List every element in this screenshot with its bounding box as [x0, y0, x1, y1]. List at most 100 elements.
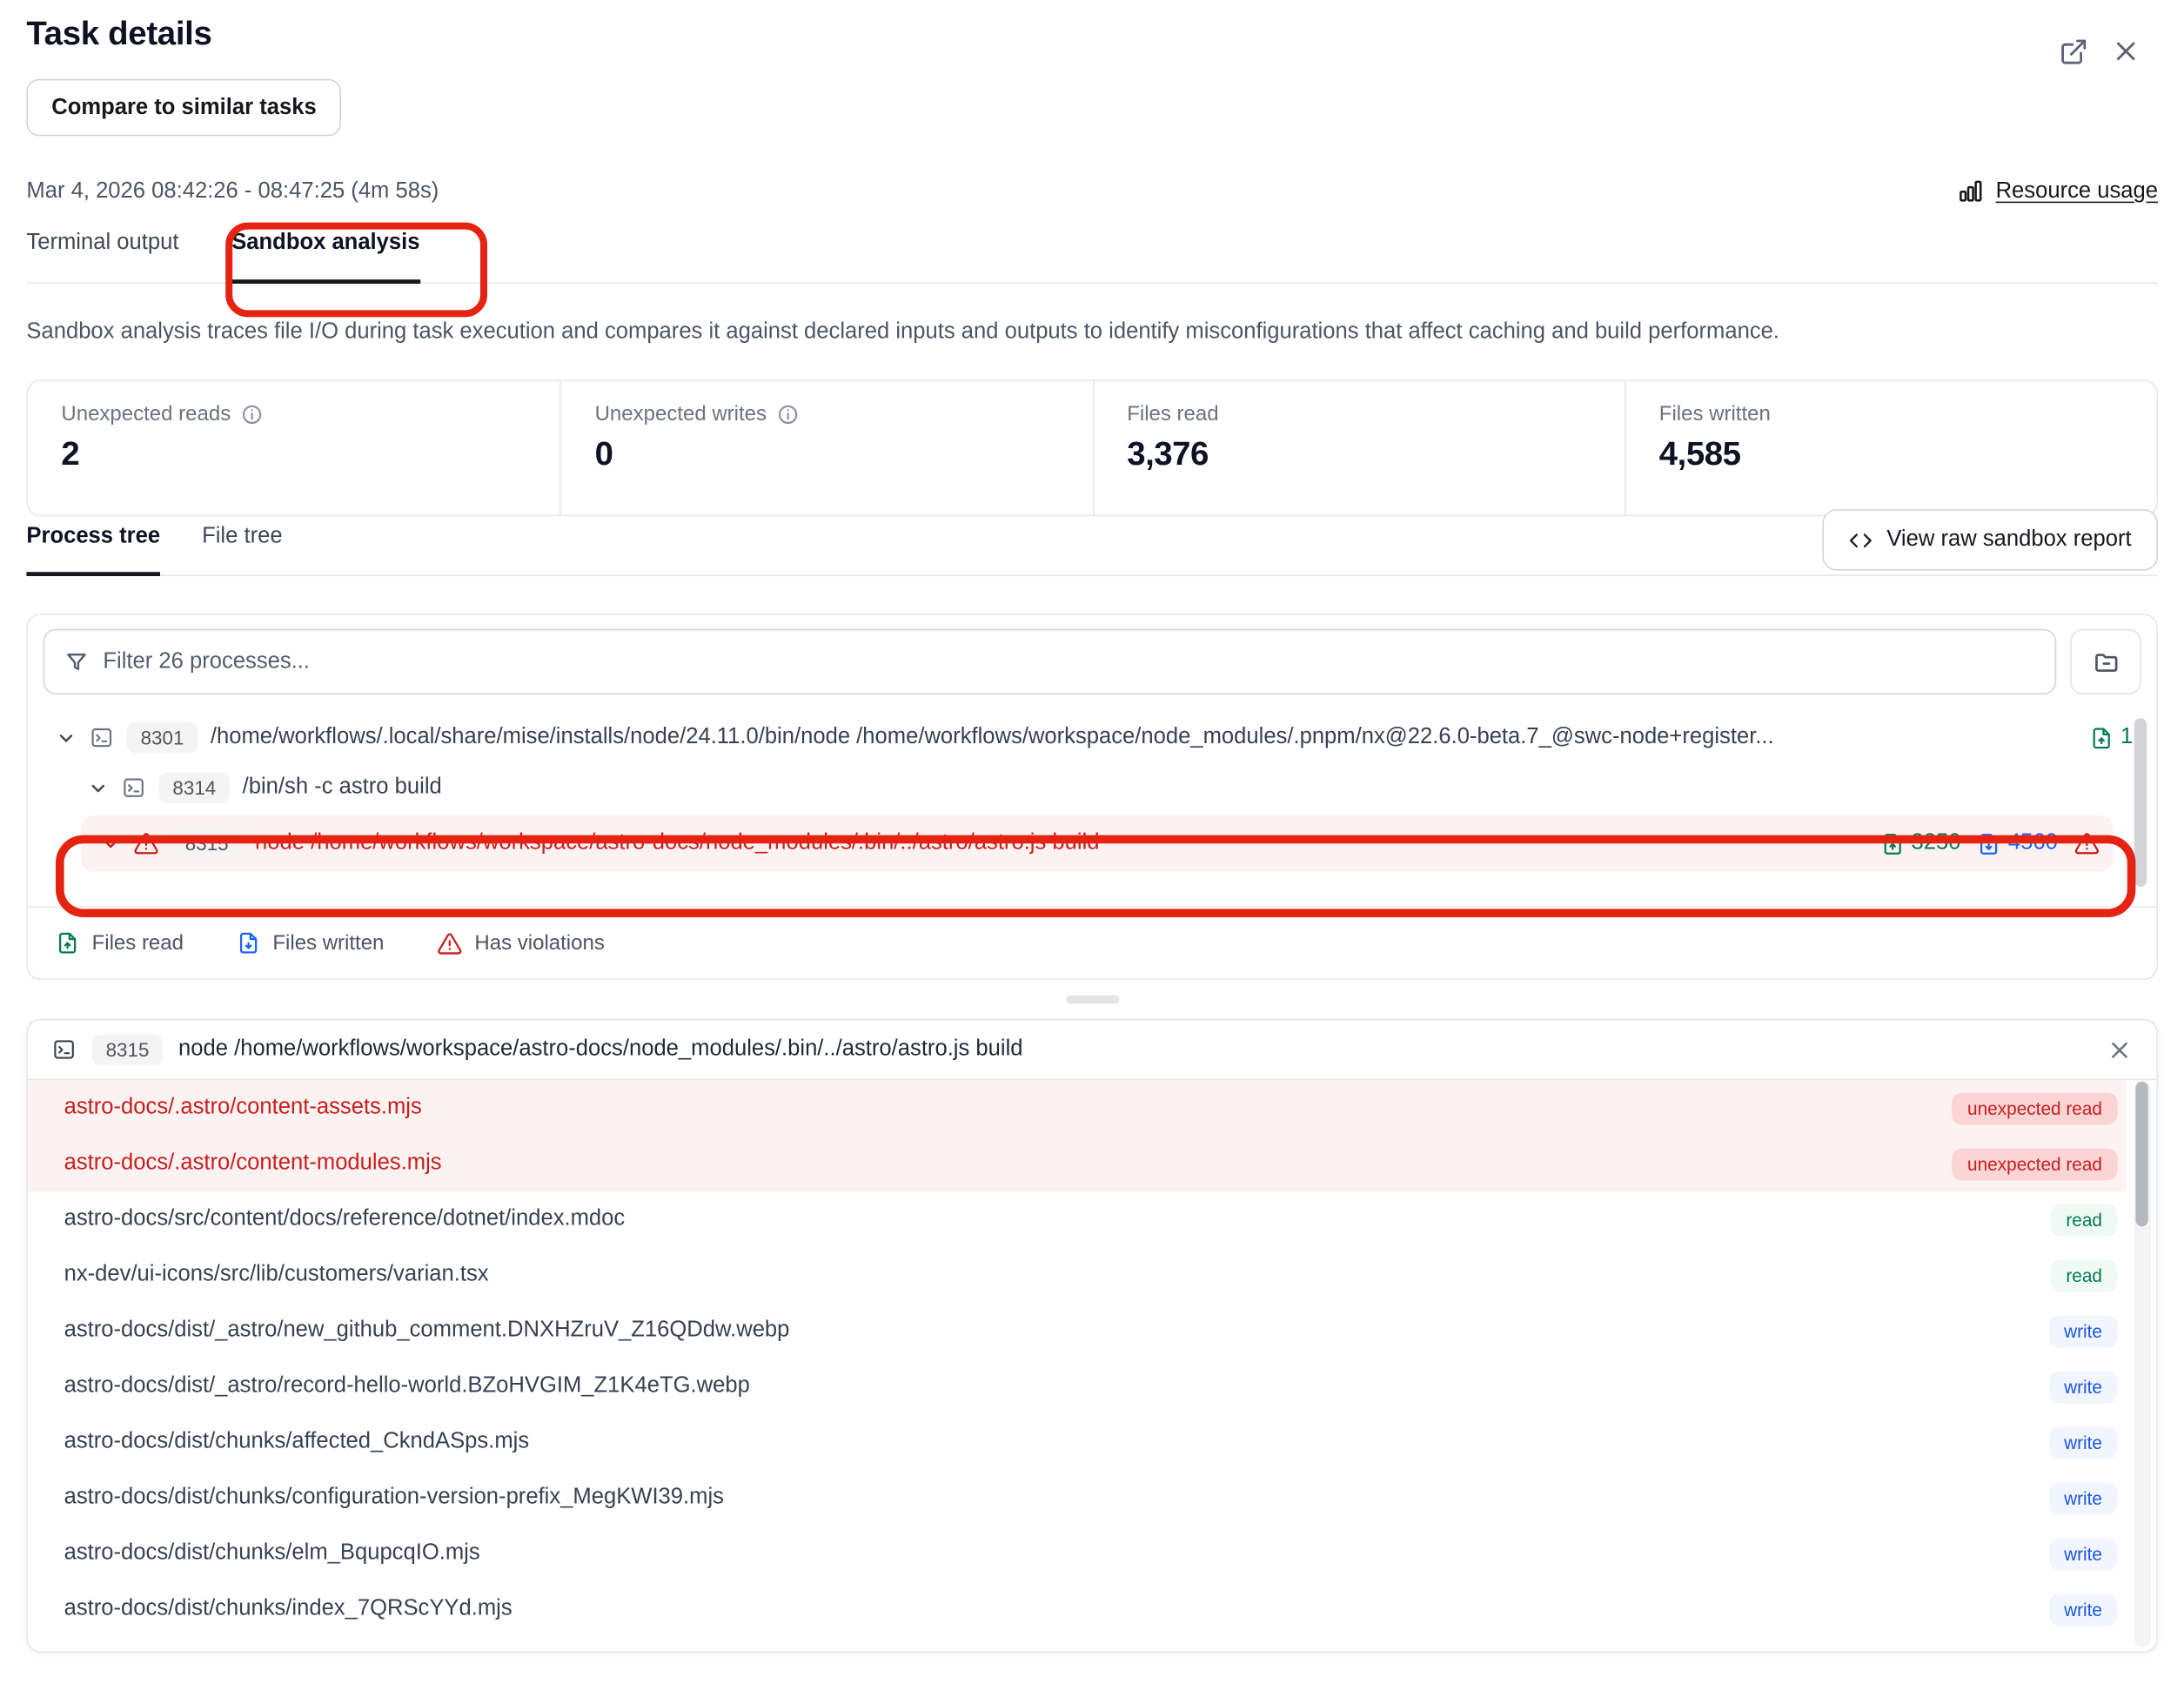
- resource-usage-label: Resource usage: [1996, 178, 2158, 204]
- tab-sandbox-analysis[interactable]: Sandbox analysis: [231, 228, 419, 284]
- file-row: astro-docs/.astro/content-assets.mjs une…: [28, 1080, 2126, 1136]
- info-icon[interactable]: [776, 403, 799, 426]
- terminal-icon: [89, 725, 114, 750]
- file-row: astro-docs/dist/chunks/elm_BqupcqIO.mjs …: [28, 1526, 2126, 1581]
- file-access-badge: read: [2051, 1259, 2118, 1291]
- file-access-badge: write: [2048, 1426, 2117, 1459]
- stat-unexpected-reads: Unexpected reads 2: [28, 381, 560, 515]
- file-path: astro-docs/dist/chunks/configuration-ver…: [64, 1486, 2049, 1511]
- folder-minus-icon: [2092, 647, 2120, 675]
- file-path: astro-docs/dist/chunks/elm_BqupcqIO.mjs: [64, 1541, 2049, 1566]
- pid-badge: 8315: [92, 1034, 164, 1064]
- file-access-badge: read: [2051, 1204, 2118, 1236]
- file-access-badge: write: [2048, 1538, 2117, 1570]
- file-arrow-up-icon: [56, 931, 79, 955]
- file-arrow-up-icon: [2090, 726, 2114, 749]
- files-read-count: 1: [2090, 725, 2133, 750]
- file-access-badge: write: [2048, 1482, 2117, 1514]
- view-raw-sandbox-report-button[interactable]: View raw sandbox report: [1823, 509, 2158, 570]
- detail-command: node /home/workflows/workspace/astro-doc…: [178, 1037, 1022, 1063]
- stat-files-read: Files read 3,376: [1092, 381, 1625, 515]
- pid-badge: 8315: [171, 829, 243, 859]
- process-tree-rows: 8301 /home/workflows/.local/share/mise/i…: [28, 694, 2156, 906]
- task-date-range: Mar 4, 2026 08:42:26 - 08:47:25 (4m 58s): [26, 178, 439, 204]
- file-arrow-down-icon: [237, 931, 260, 955]
- chevron-down-icon[interactable]: [100, 833, 121, 854]
- file-access-badge: write: [2048, 1593, 2117, 1626]
- file-path: astro-docs/src/content/docs/reference/do…: [64, 1207, 2051, 1232]
- legend-files-written: Files written: [237, 931, 385, 955]
- terminal-icon: [51, 1037, 77, 1063]
- sandbox-analysis-description: Sandbox analysis traces file I/O during …: [26, 317, 2158, 347]
- file-access-list: astro-docs/.astro/content-assets.mjs une…: [28, 1080, 2156, 1651]
- file-row: astro-docs/.astro/content-modules.mjs un…: [28, 1136, 2126, 1191]
- legend-has-violations: Has violations: [437, 930, 605, 956]
- view-raw-label: View raw sandbox report: [1886, 527, 2131, 553]
- page-title: Task details: [26, 12, 2158, 57]
- detail-scrollbar-thumb[interactable]: [2135, 1082, 2147, 1226]
- close-icon[interactable]: [2107, 1036, 2133, 1063]
- files-read-count: 3250: [1880, 831, 1960, 856]
- compare-to-similar-tasks-button[interactable]: Compare to similar tasks: [26, 79, 341, 137]
- process-filter-input[interactable]: [103, 649, 2035, 674]
- stat-value: 0: [595, 435, 1059, 474]
- tree-scrollbar[interactable]: [2134, 718, 2147, 887]
- filter-icon: [64, 649, 90, 674]
- file-path: nx-dev/ui-icons/src/lib/customers/varian…: [64, 1263, 2051, 1288]
- file-row: astro-docs/dist/chunks/index_7QRScYYd.mj…: [28, 1581, 2126, 1637]
- stats-cards: Unexpected reads 2 Unexpected writes 0 F…: [26, 379, 2158, 516]
- process-detail-panel: 8315 node /home/workflows/workspace/astr…: [26, 1019, 2158, 1653]
- main-tabs: Terminal output Sandbox analysis: [26, 228, 2158, 284]
- process-filter: [44, 629, 2057, 694]
- stat-label: Files read: [1127, 402, 1218, 426]
- file-access-badge: write: [2048, 1315, 2117, 1347]
- tab-terminal-output[interactable]: Terminal output: [26, 228, 178, 284]
- file-row: nx-dev/ui-icons/src/lib/customers/varian…: [28, 1247, 2126, 1303]
- warning-triangle-icon: [2074, 831, 2100, 856]
- file-path: astro-docs/.astro/content-modules.mjs: [64, 1151, 1953, 1177]
- process-row-8301[interactable]: 8301 /home/workflows/.local/share/mise/i…: [39, 713, 2133, 763]
- file-arrow-down-icon: [1978, 832, 2001, 855]
- stat-unexpected-writes: Unexpected writes 0: [560, 381, 1093, 515]
- file-row: astro-docs/dist/chunks/configuration-ver…: [28, 1470, 2126, 1526]
- process-command: /home/workflows/.local/share/mise/instal…: [211, 725, 2078, 750]
- tree-legend: Files read Files written Has violations: [28, 906, 2156, 978]
- stat-value: 2: [61, 435, 526, 474]
- task-details-panel: Task details Compare to similar tasks Ma…: [0, 0, 2184, 1704]
- file-access-badge: unexpected read: [1952, 1148, 2117, 1180]
- tab-process-tree[interactable]: Process tree: [26, 522, 160, 576]
- file-row: astro-docs/dist/_astro/new_github_commen…: [28, 1303, 2126, 1359]
- open-in-new-icon[interactable]: [2059, 37, 2088, 66]
- process-command: /bin/sh -c astro build: [243, 775, 2134, 801]
- stat-files-written: Files written 4,585: [1625, 381, 2157, 515]
- file-path: astro-docs/dist/_astro/record-hello-worl…: [64, 1374, 2049, 1399]
- pid-badge: 8314: [158, 773, 230, 803]
- process-tree-panel: 8301 /home/workflows/.local/share/mise/i…: [26, 614, 2158, 980]
- stat-label: Unexpected writes: [595, 402, 767, 426]
- file-row: astro-docs/src/content/docs/reference/do…: [28, 1191, 2126, 1247]
- stat-value: 3,376: [1127, 435, 1591, 474]
- stat-label: Files written: [1659, 402, 1771, 426]
- collapse-all-button[interactable]: [2070, 629, 2141, 694]
- file-row: astro-docs/dist/_astro/record-hello-worl…: [28, 1359, 2126, 1414]
- resource-usage-link[interactable]: Resource usage: [1958, 178, 2158, 204]
- file-access-badge: unexpected read: [1952, 1092, 2117, 1124]
- code-icon: [1849, 528, 1872, 552]
- tab-file-tree[interactable]: File tree: [202, 522, 282, 576]
- process-row-8315[interactable]: 8315 node /home/workflows/workspace/astr…: [81, 815, 2114, 871]
- chevron-down-icon[interactable]: [56, 728, 77, 748]
- stat-label: Unexpected reads: [61, 402, 231, 426]
- file-access-badge: write: [2048, 1371, 2117, 1403]
- stat-value: 4,585: [1659, 435, 2123, 474]
- chevron-down-icon[interactable]: [88, 777, 109, 798]
- process-command: node /home/workflows/workspace/astro-doc…: [255, 831, 1868, 856]
- info-icon[interactable]: [240, 403, 263, 426]
- process-row-8314[interactable]: 8314 /bin/sh -c astro build: [39, 762, 2133, 813]
- file-path: astro-docs/dist/chunks/affected_CkndASps…: [64, 1430, 2049, 1455]
- close-icon[interactable]: [2111, 36, 2141, 66]
- file-path: astro-docs/.astro/content-assets.mjs: [64, 1096, 1953, 1121]
- file-row: astro-docs/dist/chunks/affected_CkndASps…: [28, 1414, 2126, 1470]
- warning-triangle-icon: [134, 831, 159, 856]
- file-path: astro-docs/dist/chunks/index_7QRScYYd.mj…: [64, 1597, 2049, 1622]
- panel-resize-handle[interactable]: [1066, 996, 1119, 1004]
